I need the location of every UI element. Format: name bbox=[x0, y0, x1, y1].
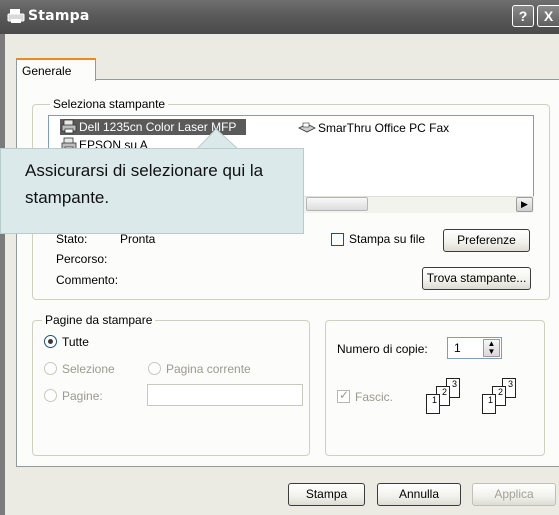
comment-label: Commento: bbox=[56, 273, 119, 287]
tab-generale[interactable]: Generale bbox=[16, 58, 96, 81]
printer-icon bbox=[7, 9, 25, 23]
scrollbar-thumb[interactable] bbox=[306, 197, 368, 211]
close-button[interactable]: X bbox=[537, 5, 559, 27]
cancel-button[interactable]: Annulla bbox=[377, 483, 461, 506]
page-1: 1 bbox=[482, 394, 496, 414]
status-label: Stato: bbox=[56, 232, 88, 246]
callout-note: Assicurarsi di selezionare qui la stampa… bbox=[0, 148, 304, 234]
help-button[interactable]: ? bbox=[512, 5, 534, 27]
pages-input[interactable] bbox=[147, 384, 303, 406]
find-printer-button[interactable]: Trova stampante... bbox=[422, 267, 531, 290]
select-printer-label: Seleziona stampante bbox=[50, 97, 169, 111]
collate-preview-icon: 3 2 1 bbox=[426, 378, 476, 418]
print-button[interactable]: Stampa bbox=[288, 483, 365, 506]
selection-radio[interactable] bbox=[44, 362, 57, 375]
pages-radio[interactable] bbox=[44, 389, 57, 402]
window-title: Stampa bbox=[28, 8, 90, 24]
printer-item-smarthru-fax[interactable]: SmarThru Office PC Fax bbox=[318, 121, 449, 135]
collate-check-icon: ✓ bbox=[339, 388, 350, 402]
callout-pointer bbox=[196, 128, 240, 150]
scroll-right-icon[interactable]: ▶ bbox=[516, 197, 533, 212]
current-page-radio[interactable] bbox=[148, 362, 161, 375]
status-value: Pronta bbox=[120, 232, 156, 246]
copies-spinner-icon[interactable]: ▲ ▼ bbox=[483, 339, 500, 357]
apply-button[interactable]: Applica bbox=[472, 483, 556, 506]
all-pages-label[interactable]: Tutte bbox=[62, 335, 89, 349]
current-page-label[interactable]: Pagina corrente bbox=[166, 362, 251, 376]
location-label: Percorso: bbox=[56, 252, 108, 266]
collate-preview-icon: 3 2 1 bbox=[482, 378, 532, 418]
page-1: 1 bbox=[426, 394, 440, 414]
print-to-file-label[interactable]: Stampa su file bbox=[349, 232, 425, 246]
fax-icon bbox=[298, 122, 316, 133]
preferences-button[interactable]: Preferenze bbox=[443, 229, 530, 252]
page-range-label: Pagine da stampare bbox=[42, 313, 156, 327]
radio-dot bbox=[48, 339, 53, 344]
window-border bbox=[0, 34, 5, 515]
collate-label[interactable]: Fascic. bbox=[355, 390, 393, 404]
print-to-file-checkbox[interactable] bbox=[331, 233, 344, 246]
printer-icon bbox=[61, 119, 77, 134]
pages-label[interactable]: Pagine: bbox=[62, 389, 103, 403]
selection-label[interactable]: Selezione bbox=[62, 362, 115, 376]
copies-count-label: Numero di copie: bbox=[337, 342, 428, 356]
